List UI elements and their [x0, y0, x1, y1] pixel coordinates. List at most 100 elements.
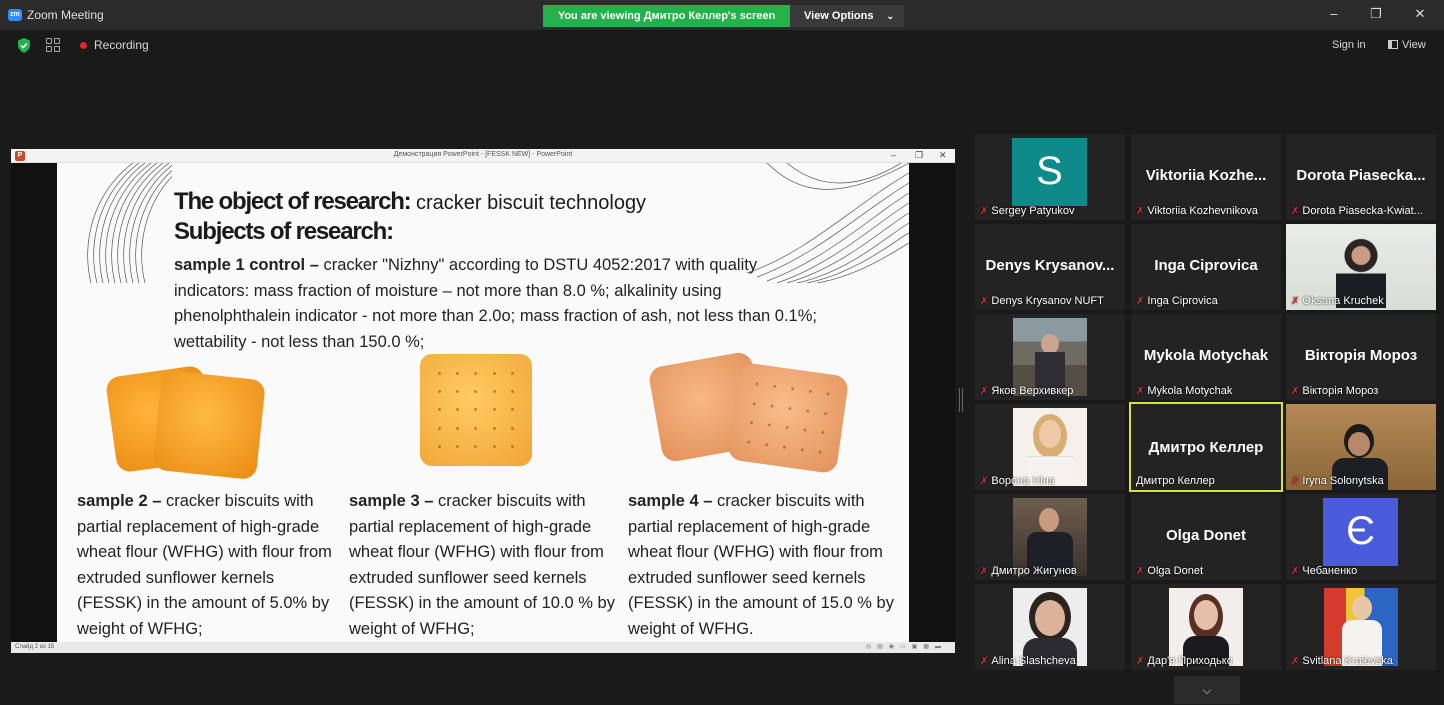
- participant-label: ✗ Mykola Motychak: [1136, 385, 1232, 397]
- participant-label-text: Яков Верхивкер: [991, 385, 1074, 397]
- muted-mic-icon: ✗: [1136, 386, 1145, 397]
- participant-label: ✗ Дар'я Приходько: [1136, 655, 1233, 667]
- participant-label-text: Дмитро Жигунов: [991, 565, 1077, 577]
- slide-counter: Слайд 2 из 15: [15, 644, 55, 650]
- participant-label-text: Alina Slashcheva: [991, 655, 1076, 667]
- muted-mic-icon: ✗: [980, 386, 989, 397]
- decorative-lines-left: [87, 163, 172, 283]
- view-options-button[interactable]: View Options ⌄: [790, 5, 904, 27]
- participant-label-text: Denys Krysanov NUFT: [991, 295, 1104, 307]
- view-label: View: [1402, 39, 1426, 51]
- participant-label-text: Dorota Piasecka-Kwiat...: [1302, 205, 1423, 217]
- slide-letterbox-left: [11, 163, 57, 642]
- participant-label-text: Дмитро Келлер: [1136, 475, 1215, 487]
- participant-gallery: S ✗ Sergey Patyukov Viktoriia Kozhe... ✗ V…: [975, 134, 1440, 674]
- participant-label: ✗ Denys Krysanov NUFT: [980, 295, 1104, 307]
- sign-in-button[interactable]: Sign in: [1332, 39, 1366, 51]
- participant-name: Denys Krysanov...: [985, 257, 1115, 274]
- muted-mic-icon: ✗: [1136, 566, 1145, 577]
- participant-label: ✗ Olga Donet: [1136, 565, 1203, 577]
- slide-title-bold: The object of research:: [174, 188, 412, 215]
- view-options-label: View Options: [804, 10, 874, 22]
- participant-name: Olga Donet: [1165, 527, 1246, 544]
- sample3-bold: sample 3 –: [349, 492, 434, 510]
- sample2-text: cracker biscuits with partial replacemen…: [77, 492, 332, 638]
- participant-tile[interactable]: Inga Ciprovica ✗ Inga Ciprovica: [1131, 224, 1281, 310]
- participant-label-text: Sergey Patyukov: [991, 205, 1075, 217]
- panel-resize-handle[interactable]: [959, 388, 963, 412]
- sample3-paragraph: sample 3 – cracker biscuits with partial…: [349, 489, 617, 642]
- window-title: Zoom Meeting: [27, 8, 104, 22]
- participant-label: ✗ Viktoriia Kozhevnikova: [1136, 205, 1258, 217]
- participant-label: ✗ Inga Ciprovica: [1136, 295, 1218, 307]
- participant-tile[interactable]: ✗ Яков Верхивкер: [975, 314, 1125, 400]
- presentation-slide: The object of research: cracker biscuit …: [57, 163, 909, 642]
- participant-tile[interactable]: ✗ Iryna Solonytska: [1286, 404, 1436, 490]
- participant-tile[interactable]: ✗ Svitlana Kraievska: [1286, 584, 1436, 670]
- muted-mic-icon: ✗: [1291, 476, 1300, 487]
- pp-close-icon: ✕: [939, 150, 947, 160]
- participant-label-text: Svitlana Kraievska: [1302, 655, 1393, 667]
- participant-label: ✗ Яков Верхивкер: [980, 385, 1073, 397]
- participant-avatar: Є: [1323, 498, 1398, 566]
- chevron-down-icon: ⌄: [886, 11, 894, 21]
- slide-title: The object of research: cracker biscuit …: [174, 188, 646, 216]
- muted-mic-icon: ✗: [980, 566, 989, 577]
- sample3-text: cracker biscuits with partial replacemen…: [349, 492, 615, 638]
- participant-label-text: Iryna Solonytska: [1302, 475, 1384, 487]
- sample4-bold: sample 4 –: [628, 492, 713, 510]
- muted-mic-icon: ✗: [1291, 296, 1300, 307]
- sample1-bold: sample 1 control –: [174, 256, 319, 274]
- participant-tile[interactable]: Denys Krysanov... ✗ Denys Krysanov NUFT: [975, 224, 1125, 310]
- participant-label: ✗ Alina Slashcheva: [980, 655, 1076, 667]
- participant-tile[interactable]: ✗ Oksana Kruchek: [1286, 224, 1436, 310]
- participant-label-text: Oksana Kruchek: [1302, 295, 1384, 307]
- powerpoint-title-bar: P Демонстрация PowerPoint - [FESSK NEW] …: [11, 149, 955, 163]
- shared-screen: P Демонстрация PowerPoint - [FESSK NEW] …: [11, 149, 955, 653]
- participant-tile[interactable]: Mykola Motychak ✗ Mykola Motychak: [1131, 314, 1281, 400]
- minimize-icon[interactable]: –: [1324, 6, 1344, 21]
- participant-label: Дмитро Келлер: [1136, 475, 1215, 487]
- participant-tile[interactable]: Olga Donet ✗ Olga Donet: [1131, 494, 1281, 580]
- participant-name: Дмитро Келлер: [1148, 439, 1264, 456]
- participant-tile[interactable]: Dorota Piasecka... ✗ Dorota Piasecka-Kwia…: [1286, 134, 1436, 220]
- participant-label-text: Вікторія Мороз: [1302, 385, 1379, 397]
- participant-tile-active-speaker[interactable]: Дмитро Келлер Дмитро Келлер: [1129, 402, 1283, 492]
- sample2-bold: sample 2 –: [77, 492, 162, 510]
- participant-tile[interactable]: ✗ Дар'я Приходько: [1131, 584, 1281, 670]
- participant-label: ✗ Oksana Kruchek: [1291, 295, 1384, 307]
- view-button[interactable]: View: [1388, 39, 1426, 51]
- muted-mic-icon: ✗: [980, 656, 989, 667]
- slide-title-rest: cracker biscuit technology: [415, 192, 647, 214]
- participant-tile[interactable]: S ✗ Sergey Patyukov: [975, 134, 1125, 220]
- restore-icon[interactable]: ❐: [1366, 6, 1386, 22]
- participant-label: ✗ Sergey Patyukov: [980, 205, 1075, 217]
- security-shield-icon[interactable]: [17, 38, 31, 53]
- participant-tile[interactable]: Вікторія Мороз ✗ Вікторія Мороз: [1286, 314, 1436, 400]
- participant-label: ✗ Чебаненко: [1291, 565, 1357, 577]
- sample2-paragraph: sample 2 – cracker biscuits with partial…: [77, 489, 339, 642]
- participant-name: Mykola Motychak: [1143, 347, 1269, 364]
- muted-mic-icon: ✗: [1291, 566, 1300, 577]
- participant-tile[interactable]: Viktoriia Kozhe... ✗ Viktoriia Kozhevniko…: [1131, 134, 1281, 220]
- recording-label: Recording: [94, 38, 149, 52]
- participant-label-text: Viktoriia Kozhevnikova: [1147, 205, 1258, 217]
- participant-label: ✗ Вікторія Мороз: [1291, 385, 1378, 397]
- chevron-down-icon: ⌵: [1202, 683, 1212, 697]
- sample4-text: cracker biscuits with partial replacemen…: [628, 492, 894, 638]
- muted-mic-icon: ✗: [1136, 206, 1145, 217]
- participant-label: ✗ Svitlana Kraievska: [1291, 655, 1393, 667]
- slide-letterbox-right: [909, 163, 955, 642]
- participant-label: ✗ Дмитро Жигунов: [980, 565, 1077, 577]
- slide-subjects-heading: Subjects of research:: [174, 218, 394, 245]
- participant-tile[interactable]: Є ✗ Чебаненко: [1286, 494, 1436, 580]
- participant-label-text: Ворона Ніна: [991, 475, 1055, 487]
- participant-tile[interactable]: ✗ Ворона Ніна: [975, 404, 1125, 490]
- muted-mic-icon: ✗: [1291, 656, 1300, 667]
- gallery-grid-icon[interactable]: [46, 38, 60, 52]
- pp-restore-icon: ❐: [915, 150, 924, 160]
- close-icon[interactable]: ✕: [1410, 6, 1430, 22]
- participant-tile[interactable]: ✗ Дмитро Жигунов: [975, 494, 1125, 580]
- participant-tile[interactable]: ✗ Alina Slashcheva: [975, 584, 1125, 670]
- gallery-next-page-button[interactable]: ⌵: [1174, 676, 1240, 704]
